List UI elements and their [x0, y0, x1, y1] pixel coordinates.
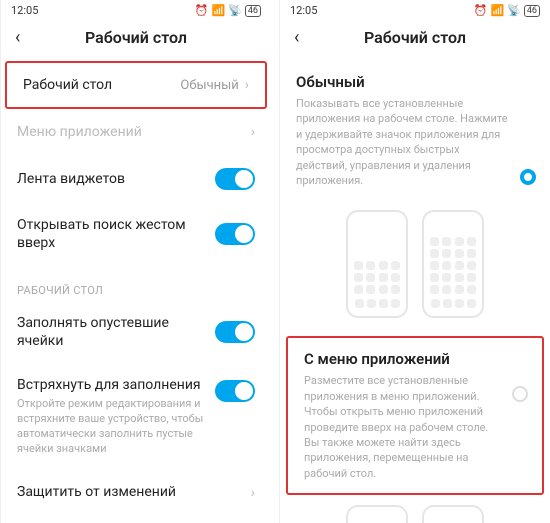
row-value: Обычный	[180, 78, 238, 93]
icon-size-row[interactable]: Размер значков ›	[1, 516, 271, 523]
phone-preview-icon	[422, 505, 484, 523]
status-icons: ⏰ 📶 📡 46	[195, 4, 261, 17]
status-bar: 12:05 ⏰ 📶 📡 46	[1, 0, 271, 18]
alarm-icon: ⏰	[474, 4, 488, 17]
option-classic[interactable]: Обычный Показывать все установленные при…	[280, 61, 550, 200]
settings-screen-right: 12:05 ⏰ 📶 📡 46 ‹ Рабочий стол Обычный По…	[279, 0, 550, 523]
status-time: 12:05	[11, 4, 38, 17]
widget-feed-row[interactable]: Лента виджетов	[1, 155, 271, 203]
preview-app-drawer	[280, 495, 550, 523]
row-label: Заполнять опустевшие ячейки	[17, 314, 215, 350]
option-title: С меню приложений	[304, 350, 526, 368]
phone-preview-icon	[422, 210, 484, 318]
battery-icon: 46	[524, 5, 540, 17]
preview-classic	[280, 200, 550, 336]
row-label: Рабочий стол	[23, 76, 180, 94]
app-menu-row: Меню приложений ›	[1, 109, 271, 155]
settings-list: Рабочий стол Обычный › Меню приложений ›…	[1, 61, 271, 523]
row-description: Откройте режим редактирования и встряхни…	[17, 397, 215, 456]
lock-layout-row[interactable]: Защитить от изменений ›	[1, 470, 271, 516]
option-title: Обычный	[296, 73, 534, 91]
toggle-on-icon[interactable]	[215, 168, 255, 190]
row-label: Защитить от изменений	[17, 483, 251, 501]
chevron-right-icon: ›	[245, 77, 249, 93]
header: ‹ Рабочий стол	[280, 18, 550, 61]
radio-selected-icon[interactable]	[520, 169, 536, 185]
row-label: Лента виджетов	[17, 170, 215, 188]
battery-icon: 46	[245, 5, 261, 17]
signal-icon: 📶	[490, 4, 504, 17]
page-title: Рабочий стол	[294, 28, 536, 47]
settings-screen-left: 12:05 ⏰ 📶 📡 46 ‹ Рабочий стол Рабочий ст…	[0, 0, 271, 523]
open-search-gesture-row[interactable]: Открывать поиск жестом вверх	[1, 203, 271, 265]
mode-options: Обычный Показывать все установленные при…	[280, 61, 550, 523]
status-icons: ⏰ 📶 📡 46	[474, 4, 540, 17]
toggle-on-icon[interactable]	[215, 223, 255, 245]
phone-preview-icon	[346, 505, 408, 523]
phone-preview-icon	[346, 210, 408, 318]
status-time: 12:05	[290, 4, 317, 17]
toggle-on-icon[interactable]	[215, 380, 255, 402]
chevron-right-icon: ›	[251, 124, 255, 140]
wifi-icon: 📡	[228, 4, 242, 17]
fill-empty-cells-row[interactable]: Заполнять опустевшие ячейки	[1, 301, 271, 363]
section-header: РАБОЧИЙ СТОЛ	[1, 266, 271, 301]
status-bar: 12:05 ⏰ 📶 📡 46	[280, 0, 550, 18]
option-description: Показывать все установленные приложения …	[296, 96, 534, 188]
option-description: Разместите все установленные приложения …	[304, 373, 526, 481]
shake-to-fill-row[interactable]: Встряхнуть для заполнения Откройте режим…	[1, 363, 271, 470]
row-label: Встряхнуть для заполнения	[17, 376, 215, 394]
row-label: Меню приложений	[17, 123, 251, 141]
wifi-icon: 📡	[507, 4, 521, 17]
signal-icon: 📶	[211, 4, 225, 17]
chevron-right-icon: ›	[251, 485, 255, 501]
row-label: Открывать поиск жестом вверх	[17, 216, 215, 252]
toggle-on-icon[interactable]	[215, 321, 255, 343]
option-app-drawer[interactable]: С меню приложений Разместите все установ…	[286, 336, 544, 495]
home-screen-mode-row[interactable]: Рабочий стол Обычный ›	[5, 61, 267, 109]
page-title: Рабочий стол	[15, 28, 257, 47]
alarm-icon: ⏰	[195, 4, 209, 17]
header: ‹ Рабочий стол	[1, 18, 271, 61]
